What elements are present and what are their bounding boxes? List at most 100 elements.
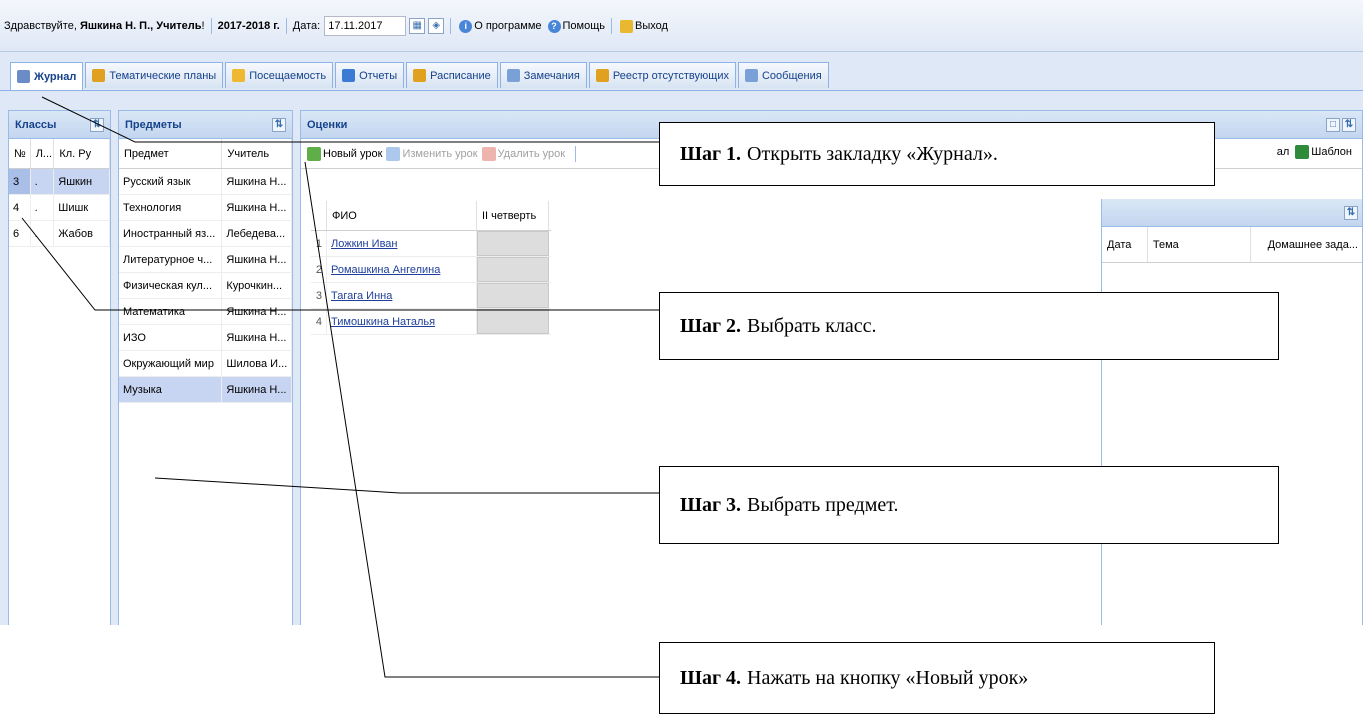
- subject-name: Технология: [119, 195, 223, 220]
- classes-panel: Классы ⇅ № Л... Кл. Ру 3 . Яшкин 4 . Шишк…: [8, 110, 111, 625]
- quarter-grade-cell[interactable]: [477, 283, 549, 308]
- button-label: Новый урок: [323, 147, 383, 160]
- subject-row[interactable]: Русский язык Яшкина Н...: [119, 169, 292, 195]
- student-name[interactable]: Ложкин Иван: [331, 238, 397, 250]
- subject-name: ИЗО: [119, 325, 223, 350]
- panel-title: Классы: [15, 118, 57, 131]
- maximize-icon[interactable]: □: [1326, 117, 1340, 132]
- subject-teacher: Яшкина Н...: [222, 325, 292, 350]
- subject-teacher: Шилова И...: [222, 351, 292, 376]
- help-link[interactable]: ? Помощь: [547, 19, 605, 33]
- quarter-grade-cell[interactable]: [477, 231, 549, 256]
- subject-name: Физическая кул...: [119, 273, 223, 298]
- subject-teacher: Яшкина Н...: [222, 299, 292, 324]
- subject-teacher: Яшкина Н...: [222, 169, 292, 194]
- subject-name: Окружающий мир: [119, 351, 223, 376]
- greeting-exclaim: !: [201, 20, 205, 32]
- subject-row[interactable]: Литературное ч... Яшкина Н...: [119, 247, 292, 273]
- subject-row[interactable]: Технология Яшкина Н...: [119, 195, 292, 221]
- column-header[interactable]: Домашнее зада...: [1251, 227, 1362, 262]
- tab-reports[interactable]: Отчеты: [335, 62, 405, 88]
- tab-journal[interactable]: Журнал: [10, 62, 84, 90]
- subject-row[interactable]: Математика Яшкина Н...: [119, 299, 292, 325]
- class-letter: .: [31, 221, 55, 246]
- step-text: Нажать на кнопку «Новый урок»: [747, 666, 1029, 689]
- refresh-icon[interactable]: ⇅: [272, 117, 286, 132]
- edit-lesson-button[interactable]: Изменить урок: [386, 146, 478, 161]
- column-header[interactable]: Дата: [1102, 227, 1148, 262]
- subject-row[interactable]: ИЗО Яшкина Н...: [119, 325, 292, 351]
- quarter-grade-cell[interactable]: [477, 257, 549, 282]
- student-name[interactable]: Тагага Инна: [331, 290, 392, 302]
- tab-remarks[interactable]: Замечания: [499, 62, 587, 88]
- tab-thematic-plans[interactable]: Тематические планы: [85, 62, 224, 88]
- date-label: Дата:: [292, 20, 321, 32]
- tab-absent-registry[interactable]: Реестр отсутствующих: [588, 62, 736, 88]
- row-number: 1: [311, 231, 327, 256]
- student-row: 2 Ромашкина Ангелина: [311, 257, 551, 283]
- refresh-icon[interactable]: ⇅: [90, 117, 104, 132]
- subjects-panel: Предметы ⇅ Предмет Учитель Русский язык Яш…: [118, 110, 293, 625]
- column-header[interactable]: Учитель: [222, 139, 292, 168]
- row-number-header: [311, 201, 327, 230]
- student-name-link[interactable]: Ромашкина Ангелина: [327, 257, 477, 282]
- tab-label: Журнал: [34, 70, 77, 83]
- delete-lesson-button[interactable]: Удалить урок: [481, 146, 565, 161]
- subject-row[interactable]: Музыка Яшкина Н...: [119, 377, 292, 403]
- panel-tools: □ ⇅: [1326, 117, 1356, 132]
- separator: [450, 18, 452, 34]
- column-header[interactable]: II четверть: [477, 201, 549, 230]
- row-number: 2: [311, 257, 327, 282]
- template-button[interactable]: Шаблон: [1295, 145, 1352, 159]
- attendance-icon: [232, 69, 246, 82]
- column-header[interactable]: Кл. Ру: [54, 139, 110, 168]
- subject-row[interactable]: Физическая кул... Курочкин...: [119, 273, 292, 299]
- grades-panel: Оценки □ ⇅ Новый урок Изменить урок Удал…: [300, 110, 1363, 625]
- separator: [210, 18, 212, 34]
- student-name[interactable]: Ромашкина Ангелина: [331, 264, 440, 276]
- excel-icon: [1295, 145, 1310, 159]
- student-name[interactable]: Тимошкина Наталья: [331, 316, 435, 328]
- refresh-icon[interactable]: ⇅: [1342, 117, 1356, 132]
- subject-name: Музыка: [119, 377, 223, 402]
- subject-row[interactable]: Окружающий мир Шилова И...: [119, 351, 292, 377]
- new-lesson-button[interactable]: Новый урок: [307, 146, 383, 161]
- step-label: Шаг 4.: [680, 666, 742, 689]
- student-name-link[interactable]: Ложкин Иван: [327, 231, 477, 256]
- class-teacher: Яшкин: [54, 169, 110, 194]
- student-name-link[interactable]: Тагага Инна: [327, 283, 477, 308]
- class-row[interactable]: 3 . Яшкин: [9, 169, 110, 195]
- column-header[interactable]: ФИО: [327, 201, 477, 230]
- refresh-icon[interactable]: ⇅: [1344, 205, 1358, 220]
- quarter-grade-cell[interactable]: [477, 309, 549, 334]
- class-row[interactable]: 4 . Шишк: [9, 195, 110, 221]
- tab-attendance[interactable]: Посещаемость: [225, 62, 334, 88]
- column-header[interactable]: Тема: [1148, 227, 1252, 262]
- today-icon[interactable]: ◈: [428, 18, 445, 34]
- tab-schedule[interactable]: Расписание: [406, 62, 498, 88]
- user-name: Яшкина Н. П., Учитель: [79, 20, 202, 32]
- column-header[interactable]: Предмет: [119, 139, 223, 168]
- tab-label: Расписание: [430, 69, 491, 82]
- row-number: 4: [311, 309, 327, 334]
- calendar-icon[interactable]: ▦: [409, 18, 426, 34]
- delete-lesson-icon: [481, 146, 496, 161]
- journal-export-label[interactable]: ал: [1277, 146, 1290, 158]
- date-input[interactable]: [324, 16, 407, 36]
- greeting-text: Здравствуйте,: [4, 20, 77, 32]
- subject-name: Русский язык: [119, 169, 223, 194]
- edit-lesson-icon: [386, 146, 401, 161]
- column-header[interactable]: №: [9, 139, 31, 168]
- column-header[interactable]: Л...: [31, 139, 55, 168]
- subject-teacher: Курочкин...: [222, 273, 292, 298]
- about-link[interactable]: iО программе: [459, 19, 542, 33]
- tab-label: Замечания: [523, 69, 580, 82]
- class-row[interactable]: 6 . Жабов: [9, 221, 110, 247]
- tab-messages[interactable]: Сообщения: [737, 62, 829, 88]
- panel-title: Предметы: [125, 118, 182, 131]
- student-name-link[interactable]: Тимошкина Наталья: [327, 309, 477, 334]
- class-number: 3: [9, 169, 31, 194]
- logout-link[interactable]: Выход: [620, 19, 668, 33]
- subject-teacher: Яшкина Н...: [222, 377, 292, 402]
- subject-row[interactable]: Иностранный яз... Лебедева...: [119, 221, 292, 247]
